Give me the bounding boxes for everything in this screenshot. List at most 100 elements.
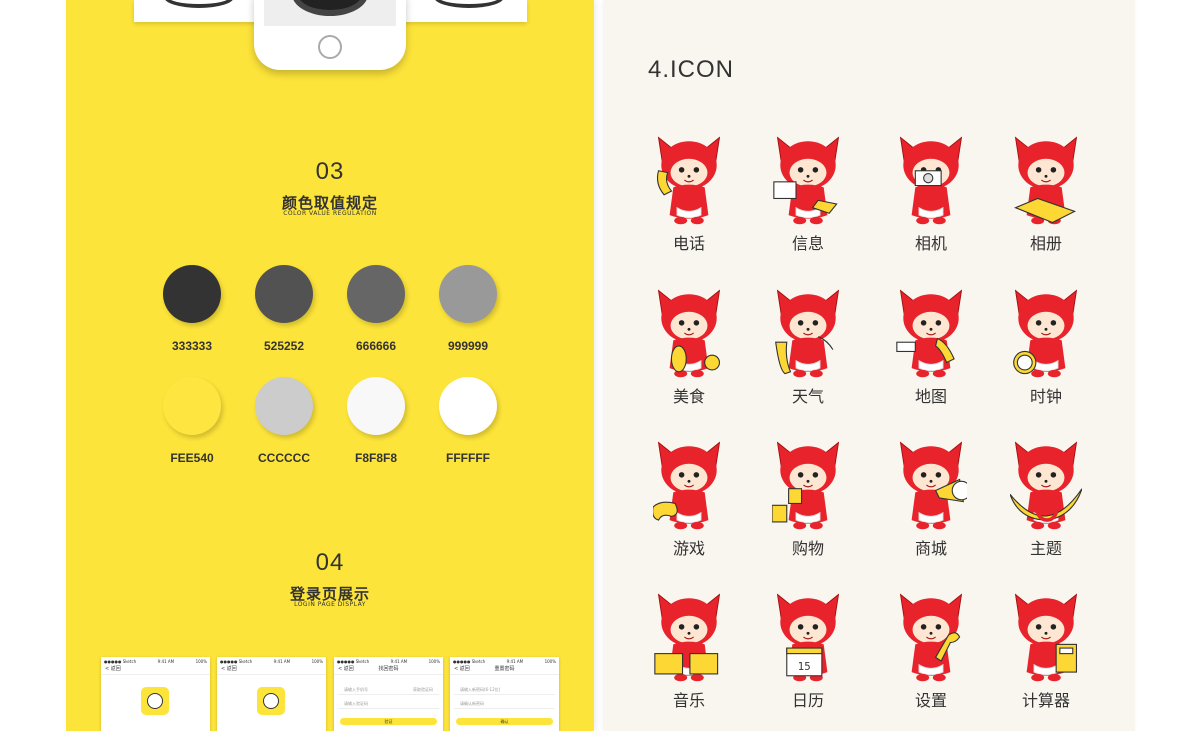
back-button: < 返回 [221,666,237,672]
color-swatch [255,265,313,323]
icon-label: 日历 [791,691,824,710]
color-swatch-label: CCCCCC [258,451,310,465]
fox-mascot-icon [899,136,963,225]
nav-title: 重置密码 [494,666,515,672]
app-icon-megaphone: 商城 [881,435,981,565]
section-subtitle: LOGIN PAGE DISPLAY [294,601,366,608]
fox-mascot-icon [772,441,840,530]
album-prop-icon [1014,197,1077,224]
calculator-prop-icon [1055,643,1078,673]
section-subtitle: COLOR VALUE REGULATION [283,210,377,217]
status-text: 100% [428,659,440,664]
nav-title: 找回密码 [378,666,399,672]
app-logo-icon [141,687,169,715]
clock-prop-icon [1013,350,1037,375]
icon-label: 时钟 [1029,387,1062,406]
nav-bar: < 返回 [101,665,210,675]
app-icon-calculator: 计算器 [996,587,1096,717]
color-swatch [255,377,313,435]
status-text: 9:41 AM [390,659,408,664]
app-icon-boat: 主题 [996,435,1096,565]
submit-button: 确认 [456,718,553,725]
page: 03 颜色取值规定 COLOR VALUE REGULATION 333333 5… [0,0,1200,731]
nav-bar: < 返回 [217,665,326,675]
back-button: < 返回 [105,666,121,672]
color-swatch-label: F8F8F8 [354,451,397,465]
icon-label: 购物 [791,539,824,558]
fox-mascot-icon [899,441,967,530]
fox-mascot-icon [1014,593,1078,682]
record-disc-icon [292,0,368,16]
phone-mockup [254,0,406,70]
icon-label: 电话 [672,234,705,253]
status-text: ●●●●● Sketch [220,659,253,664]
input-field: 请确认新密码 [454,699,555,709]
icon-label: 信息 [791,234,824,253]
fox-mascot-icon [1010,441,1082,530]
color-swatch [347,377,405,435]
status-bar: ●●●●● Sketch 9:41 AM 100% [450,657,559,665]
disc-arc [434,0,504,8]
color-swatch-label: 666666 [355,339,397,353]
icon-label: 主题 [1029,539,1062,558]
icon-label: 计算器 [1021,691,1070,710]
fox-mascot-icon [773,136,840,225]
icon-section-heading: 4.ICON [648,56,735,83]
fox-mascot-icon [654,593,721,682]
login-screen-preview: ●●●●● Sketch 9:41 AM 100% < 返回 [217,657,326,731]
icon-label: 相机 [914,234,947,253]
section-number: 04 [315,549,345,576]
fox-mascot-icon [899,593,963,682]
color-swatch [163,377,221,435]
color-swatch [439,265,497,323]
design-spec-panel: 03 颜色取值规定 COLOR VALUE REGULATION 333333 5… [66,0,594,731]
app-icon-album: 相册 [996,130,1096,260]
color-swatch [163,265,221,323]
app-icon-phone: 电话 [639,130,739,260]
icon-label: 商城 [914,539,947,558]
status-text: ●●●●● Sketch [337,659,370,664]
fox-mascot-icon [896,289,963,378]
icon-label: 地图 [914,387,947,406]
color-swatch-label: FFFFFF [446,451,490,465]
app-icon-food: 美食 [639,283,739,413]
status-text: 100% [311,659,323,664]
app-icon-clock: 时钟 [996,283,1096,413]
login-screen-preview: ●●●●● Sketch 9:41 AM 100% < 返回 找回密码 请输入手机号 获取验… [334,657,443,731]
icon-label: 美食 [672,387,705,406]
nav-bar: < 返回 重置密码 [450,665,559,675]
nav-bar: < 返回 找回密码 [334,665,443,675]
status-bar: ●●●●● Sketch 9:41 AM 100% [334,657,443,665]
app-icon-binoculars: 地图 [881,283,981,413]
icon-label: 天气 [791,387,824,406]
color-swatch [347,265,405,323]
status-text: ●●●●● Sketch [453,659,486,664]
app-icon-gamepad: 游戏 [639,435,739,565]
color-swatch-label: 333333 [171,339,213,353]
disc-arc [164,0,234,8]
status-bar: ●●●●● Sketch 9:41 AM 100% [217,657,326,665]
fox-mascot-icon [1013,289,1078,378]
status-text: ●●●●● Sketch [104,659,137,664]
app-icon-drum: 音乐 [639,587,739,717]
camera-prop-icon [914,170,942,187]
status-text: 9:41 AM [157,659,175,664]
fox-mascot-icon [1014,136,1078,225]
login-screen-preview: ●●●●● Sketch 9:41 AM 100% < 返回 重置密码 请输入新密码(6-… [450,657,559,731]
app-icon-umbrella: 天气 [758,283,858,413]
app-icon-camera: 相机 [881,130,981,260]
status-text: 9:41 AM [273,659,291,664]
app-icon-calendar: 15 日历 [758,587,858,717]
fox-mascot-icon [775,289,840,378]
home-button-icon [318,35,342,59]
icon-label: 音乐 [672,691,705,710]
fox-mascot-icon [653,441,721,530]
phone-screen [264,0,396,26]
icon-label: 游戏 [672,539,705,558]
input-field: 请输入验证码 [338,699,439,709]
color-swatch [439,377,497,435]
input-field: 请输入新密码(6-12位) [454,685,555,695]
login-screen-preview: ●●●●● Sketch 9:41 AM 100% < 返回 [101,657,210,731]
fox-mascot-icon [657,289,721,378]
color-swatch-label: 999999 [447,339,489,353]
